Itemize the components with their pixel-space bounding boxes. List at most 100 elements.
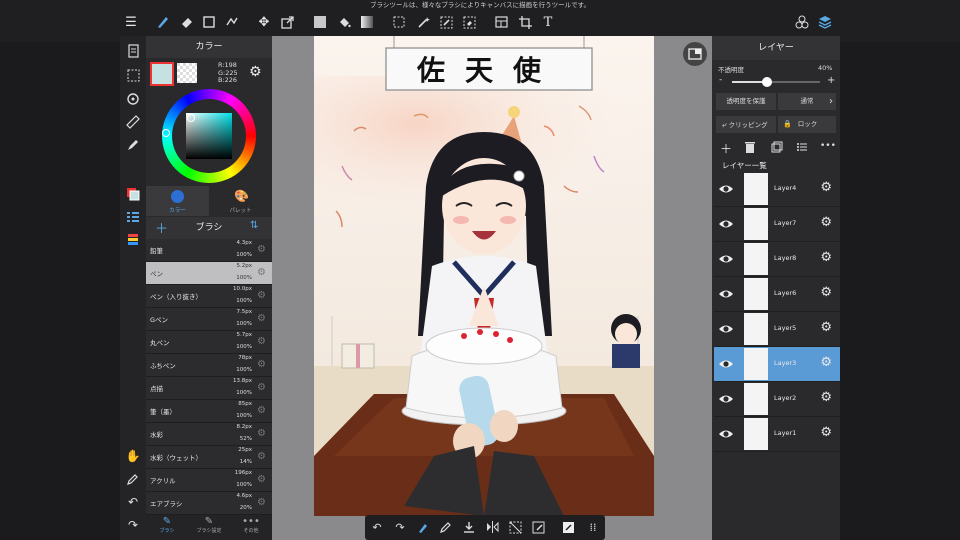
move-icon[interactable]: ✥ bbox=[253, 12, 275, 32]
brush-settings-gear-icon[interactable]: ⚙ bbox=[257, 451, 268, 462]
layer-list-icon[interactable] bbox=[796, 141, 808, 155]
flip-icon[interactable] bbox=[481, 517, 503, 537]
ruler-icon[interactable] bbox=[120, 111, 146, 133]
color-settings-gear-icon[interactable]: ⚙ bbox=[249, 64, 262, 80]
delete-layer-icon[interactable] bbox=[745, 141, 755, 155]
layer-settings-gear-icon[interactable]: ⚙ bbox=[820, 216, 832, 230]
add-brush-icon[interactable]: ＋ bbox=[155, 218, 168, 237]
layer-row[interactable]: Layer1 ⚙ bbox=[714, 417, 840, 452]
sv-picker-handle[interactable] bbox=[187, 114, 195, 122]
brush-item[interactable]: 鉛筆 4.3px 100% ⚙ bbox=[146, 239, 272, 262]
brush-item[interactable]: エアブラシ 4.6px 20% ⚙ bbox=[146, 492, 272, 515]
rect-icon[interactable] bbox=[198, 12, 220, 32]
lock-button[interactable]: 🔒 ロック bbox=[778, 116, 836, 133]
bucket-icon[interactable] bbox=[333, 12, 355, 32]
brush-footer-brush[interactable]: ✎ ブラシ bbox=[146, 516, 188, 534]
crop-icon[interactable] bbox=[514, 12, 536, 32]
artwork-canvas[interactable]: 佐天使 bbox=[314, 36, 654, 516]
color-palette-icon[interactable] bbox=[120, 229, 146, 251]
brush-settings-gear-icon[interactable]: ⚙ bbox=[257, 497, 268, 508]
protect-alpha-button[interactable]: 透明度を保護 bbox=[716, 93, 776, 110]
eyedropper-icon-bottom[interactable] bbox=[435, 517, 457, 537]
eye-icon[interactable] bbox=[718, 217, 734, 231]
eye-icon[interactable] bbox=[718, 392, 734, 406]
grid-dots-icon[interactable]: ⁞⁞ bbox=[582, 517, 604, 537]
layer-row[interactable]: Layer7 ⚙ bbox=[714, 207, 840, 242]
layer-row[interactable]: Layer4 ⚙ bbox=[714, 172, 840, 207]
redo-icon-bottom[interactable]: ↷ bbox=[389, 517, 411, 537]
layer-settings-gear-icon[interactable]: ⚙ bbox=[820, 251, 832, 265]
eraser-icon[interactable] bbox=[176, 12, 198, 32]
brush-item[interactable]: ペン 5.2px 100% ⚙ bbox=[146, 262, 272, 285]
sort-brush-icon[interactable]: ⇅ bbox=[250, 220, 258, 231]
layers-icon[interactable] bbox=[814, 12, 836, 32]
brush-item[interactable]: 筆（墨） 85px 100% ⚙ bbox=[146, 400, 272, 423]
layer-settings-gear-icon[interactable]: ⚙ bbox=[820, 286, 832, 300]
brush-settings-gear-icon[interactable]: ⚙ bbox=[257, 336, 268, 347]
eye-icon[interactable] bbox=[718, 287, 734, 301]
select-icon[interactable] bbox=[388, 12, 410, 32]
add-layer-icon[interactable]: ＋ bbox=[720, 140, 732, 157]
layout-icon[interactable] bbox=[490, 12, 512, 32]
hue-picker-handle[interactable] bbox=[162, 129, 170, 137]
layer-settings-gear-icon[interactable]: ⚙ bbox=[820, 321, 832, 335]
layer-settings-gear-icon[interactable]: ⚙ bbox=[820, 391, 832, 405]
redo-icon[interactable]: ↷ bbox=[120, 514, 146, 536]
gradient-icon[interactable] bbox=[356, 12, 378, 32]
hand-icon[interactable]: ✋ bbox=[120, 445, 146, 467]
brush-settings-gear-icon[interactable]: ⚙ bbox=[257, 382, 268, 393]
pages-icon[interactable] bbox=[120, 40, 146, 62]
brush-item[interactable]: 丸ペン 5.7px 100% ⚙ bbox=[146, 331, 272, 354]
brush-settings-gear-icon[interactable]: ⚙ bbox=[257, 290, 268, 301]
brush-item[interactable]: 水彩（ウェット） 25px 14% ⚙ bbox=[146, 446, 272, 469]
pen-icon[interactable] bbox=[120, 134, 146, 156]
secondary-color-swatch[interactable] bbox=[177, 63, 197, 83]
menu-icon[interactable]: ☰ bbox=[120, 12, 142, 32]
canvas-view-button[interactable] bbox=[683, 42, 707, 66]
undo-icon[interactable]: ↶ bbox=[120, 491, 146, 513]
select-pen-icon[interactable] bbox=[435, 12, 457, 32]
primary-color-swatch[interactable] bbox=[150, 62, 174, 86]
brush-settings-gear-icon[interactable]: ⚙ bbox=[257, 405, 268, 416]
canvas-settings-icon[interactable] bbox=[557, 517, 579, 537]
brush-footer-other[interactable]: ••• その他 bbox=[230, 516, 272, 534]
layer-more-icon[interactable]: ••• bbox=[820, 141, 836, 151]
opacity-plus-button[interactable]: + bbox=[827, 75, 835, 86]
selection-edit-icon[interactable] bbox=[527, 517, 549, 537]
tab-palette[interactable]: 🎨 パレット bbox=[209, 186, 272, 216]
import-icon[interactable] bbox=[458, 517, 480, 537]
tab-color[interactable]: カラー bbox=[146, 186, 209, 216]
opacity-minus-button[interactable]: - bbox=[719, 75, 722, 85]
brush-item[interactable]: 水彩 8.2px 52% ⚙ bbox=[146, 423, 272, 446]
magic-wand-icon[interactable] bbox=[412, 12, 434, 32]
eye-icon[interactable] bbox=[718, 182, 734, 196]
fill-color-icon[interactable] bbox=[309, 12, 331, 32]
transform-icon[interactable] bbox=[221, 12, 243, 32]
eye-icon[interactable] bbox=[718, 322, 734, 336]
snap-pen-icon[interactable] bbox=[412, 517, 434, 537]
eye-icon[interactable] bbox=[718, 427, 734, 441]
brush-list-icon[interactable] bbox=[120, 206, 146, 228]
layer-settings-gear-icon[interactable]: ⚙ bbox=[820, 356, 832, 370]
select-eraser-icon[interactable] bbox=[458, 12, 480, 32]
layer-row[interactable]: Layer6 ⚙ bbox=[714, 277, 840, 312]
brush-footer-settings[interactable]: ✎ ブラシ設定 bbox=[188, 516, 230, 534]
undo-icon-bottom[interactable]: ↶ bbox=[366, 517, 388, 537]
layer-settings-gear-icon[interactable]: ⚙ bbox=[820, 181, 832, 195]
opacity-slider-track[interactable] bbox=[732, 77, 820, 87]
layer-settings-gear-icon[interactable]: ⚙ bbox=[820, 426, 832, 440]
brush-item[interactable]: Gペン 7.5px 100% ⚙ bbox=[146, 308, 272, 331]
brush-item[interactable]: ふちペン 78px 100% ⚙ bbox=[146, 354, 272, 377]
brush-item[interactable]: 点描 13.8px 100% ⚙ bbox=[146, 377, 272, 400]
brush-settings-gear-icon[interactable]: ⚙ bbox=[257, 359, 268, 370]
resize-icon[interactable] bbox=[276, 12, 298, 32]
eyedropper-icon[interactable] bbox=[120, 468, 146, 490]
layer-row[interactable]: Layer2 ⚙ bbox=[714, 382, 840, 417]
brush-settings-gear-icon[interactable]: ⚙ bbox=[257, 313, 268, 324]
layer-row[interactable]: Layer5 ⚙ bbox=[714, 312, 840, 347]
text-icon[interactable]: T bbox=[537, 12, 559, 32]
layer-row[interactable]: Layer3 ⚙ bbox=[714, 347, 840, 382]
deselect-icon[interactable] bbox=[504, 517, 526, 537]
clipping-button[interactable]: ⤶ クリッピング bbox=[716, 116, 776, 133]
brush-icon[interactable] bbox=[152, 12, 174, 32]
